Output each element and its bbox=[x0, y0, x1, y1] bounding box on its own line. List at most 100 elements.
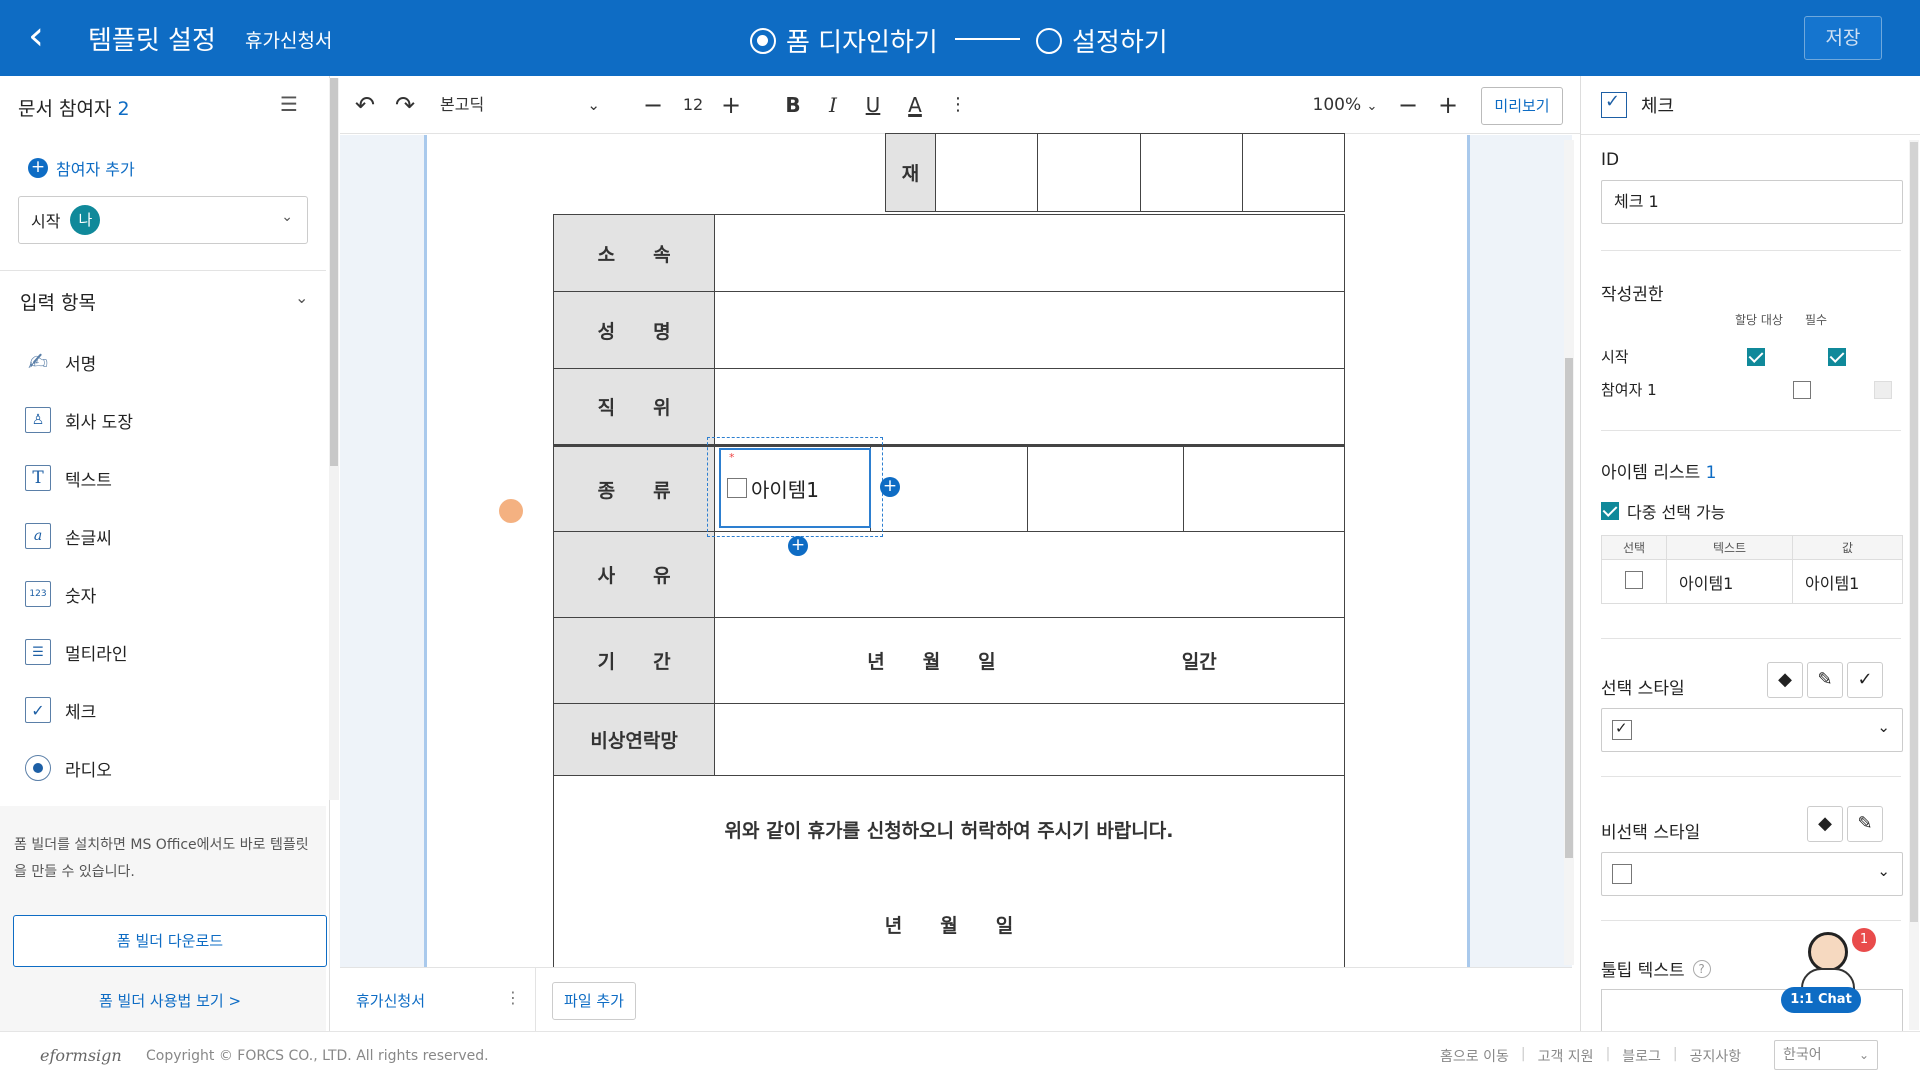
approval-cell[interactable] bbox=[1037, 133, 1141, 212]
assign-checkbox[interactable] bbox=[1793, 381, 1812, 399]
form-page: 재 소 속 성 명 직 위 종 류 사 유 기 간 년 월 일 일간 비상연락망… bbox=[424, 133, 1470, 986]
approval-cell[interactable] bbox=[935, 133, 1039, 212]
font-color-icon[interactable]: A bbox=[900, 76, 930, 134]
underline-icon[interactable]: U bbox=[860, 76, 886, 134]
table-cell-text[interactable]: 아이템1 bbox=[1666, 559, 1793, 604]
font-size-value[interactable]: 12 bbox=[680, 76, 706, 134]
participants-label: 문서 참여자 bbox=[18, 98, 112, 120]
participant-select[interactable]: 시작 나 ⌄ bbox=[18, 196, 308, 244]
add-below-plus-icon[interactable]: + bbox=[788, 536, 808, 556]
scrollbar-thumb[interactable] bbox=[330, 78, 338, 466]
add-file-button[interactable]: 파일 추가 bbox=[552, 982, 636, 1020]
radio-unselected-icon bbox=[1036, 27, 1062, 54]
properties-panel: ✓ 체크 ID 체크 1 작성권한 할당 대상 필수 시작 참여자 1 아이템 … bbox=[1580, 76, 1920, 1031]
footer-link-notice[interactable]: 공지사항 bbox=[1690, 1046, 1742, 1066]
language-value: 한국어 bbox=[1783, 1047, 1822, 1063]
language-select[interactable]: 한국어 ⌄ bbox=[1774, 1040, 1878, 1070]
multi-select-checkbox[interactable] bbox=[1601, 502, 1619, 520]
unselect-style-dropdown[interactable]: ⌄ bbox=[1601, 852, 1903, 896]
multi-select-option[interactable]: 다중 선택 가능 bbox=[1601, 499, 1726, 523]
promo-text: 폼 빌더를 설치하면 MS Office에서도 바로 템플릿을 만들 수 있습니… bbox=[14, 837, 309, 880]
footer-links: 홈으로 이동 | 고객 지원 | 블로그 | 공지사항 bbox=[1440, 1046, 1742, 1066]
fill-bucket-icon[interactable]: ◆ bbox=[1807, 806, 1843, 842]
name-field[interactable] bbox=[714, 291, 1345, 369]
check-element[interactable]: * 아이템1 bbox=[719, 448, 871, 528]
document-tabs-bar: 휴가신청서 ⋮ 파일 추가 bbox=[340, 967, 1572, 1032]
left-scrollbar[interactable] bbox=[329, 78, 339, 800]
zoom-select[interactable]: 100% ⌄ bbox=[1305, 76, 1385, 134]
row-label: 사 유 bbox=[552, 531, 716, 618]
help-question-icon[interactable]: ? bbox=[1692, 959, 1711, 978]
undo-icon[interactable]: ↶ bbox=[350, 76, 380, 134]
input-item-text[interactable]: T 텍스트 bbox=[25, 465, 112, 491]
canvas-scrollbar[interactable] bbox=[1564, 140, 1574, 965]
assign-checkbox[interactable] bbox=[1747, 348, 1765, 366]
usage-guide-link[interactable]: 폼 빌더 사용법 보기 > bbox=[0, 990, 340, 1011]
item-select-checkbox[interactable] bbox=[1625, 570, 1643, 589]
add-participant-button[interactable]: + 참여자 추가 bbox=[28, 156, 135, 180]
approval-cell[interactable] bbox=[1139, 133, 1243, 212]
back-chevron-left-icon[interactable]: ‹ bbox=[28, 16, 68, 58]
type-cell[interactable] bbox=[1182, 445, 1346, 532]
decrease-size-icon[interactable]: − bbox=[640, 76, 666, 134]
list-icon[interactable]: ☰ bbox=[280, 92, 304, 116]
divider bbox=[1601, 776, 1901, 777]
id-input[interactable]: 체크 1 bbox=[1601, 180, 1903, 224]
emergency-contact-field[interactable] bbox=[714, 703, 1345, 776]
fill-bucket-icon[interactable]: ◆ bbox=[1767, 662, 1803, 698]
check-mark-icon[interactable]: ✓ bbox=[1847, 662, 1883, 698]
input-item-signature[interactable]: ✍ 서명 bbox=[25, 348, 96, 376]
chat-button[interactable]: 1:1 Chat bbox=[1781, 987, 1861, 1013]
step-design[interactable]: 폼 디자인하기 bbox=[750, 22, 938, 59]
font-family-select[interactable]: 본고딕 ⌄ bbox=[440, 76, 610, 134]
checkbox-icon[interactable] bbox=[727, 478, 747, 498]
id-label: ID bbox=[1601, 150, 1620, 170]
zoom-in-icon[interactable]: + bbox=[1435, 76, 1461, 134]
step-settings[interactable]: 설정하기 bbox=[1036, 22, 1168, 59]
footer-link-support[interactable]: 고객 지원 bbox=[1538, 1046, 1594, 1066]
panel-scrollbar[interactable] bbox=[1909, 140, 1919, 1030]
department-field[interactable] bbox=[714, 214, 1345, 292]
zoom-value: 100% bbox=[1312, 95, 1362, 115]
form-builder-download-button[interactable]: 폼 빌더 다운로드 bbox=[13, 915, 327, 967]
save-button[interactable]: 저장 bbox=[1804, 16, 1882, 60]
approval-cell[interactable] bbox=[1241, 133, 1346, 212]
input-item-number[interactable]: 123 숫자 bbox=[25, 581, 96, 607]
input-item-label: 손글씨 bbox=[65, 528, 112, 549]
more-vertical-icon[interactable]: ⋮ bbox=[505, 988, 521, 1007]
edit-pen-icon[interactable]: ✎ bbox=[1807, 662, 1843, 698]
preview-button[interactable]: 미리보기 bbox=[1481, 87, 1563, 125]
redo-icon[interactable]: ↷ bbox=[390, 76, 420, 134]
request-text: 위와 같이 휴가를 신청하오니 허락하여 주시기 바랍니다. bbox=[724, 820, 1174, 842]
copyright-text: Copyright © FORCS CO., LTD. All rights r… bbox=[146, 1048, 489, 1064]
zoom-out-icon[interactable]: − bbox=[1395, 76, 1421, 134]
input-item-radio[interactable]: 라디오 bbox=[25, 755, 112, 781]
document-tab[interactable]: 휴가신청서 ⋮ bbox=[340, 968, 536, 1032]
scrollbar-thumb[interactable] bbox=[1910, 142, 1918, 922]
bold-icon[interactable]: B bbox=[780, 76, 806, 134]
input-item-multiline[interactable]: ☰ 멀티라인 bbox=[25, 639, 128, 665]
chevron-down-icon: ⌄ bbox=[587, 96, 600, 114]
select-style-dropdown[interactable]: ✓ ⌄ bbox=[1601, 708, 1903, 752]
add-right-plus-icon[interactable]: + bbox=[880, 477, 900, 497]
tooltip-heading: 툴팁 텍스트 ? bbox=[1601, 956, 1711, 981]
edit-pen-icon[interactable]: ✎ bbox=[1847, 806, 1883, 842]
type-cell[interactable] bbox=[1026, 445, 1184, 532]
scrollbar-thumb[interactable] bbox=[1565, 358, 1573, 858]
input-item-check[interactable]: ✓ 체크 bbox=[25, 697, 96, 723]
more-vertical-icon[interactable]: ⋮ bbox=[948, 76, 968, 134]
footer-link-blog[interactable]: 블로그 bbox=[1622, 1046, 1661, 1066]
divider bbox=[1601, 920, 1901, 921]
required-checkbox[interactable] bbox=[1828, 348, 1847, 366]
table-cell-select[interactable] bbox=[1601, 559, 1667, 604]
reason-field[interactable] bbox=[714, 531, 1345, 618]
input-item-stamp[interactable]: ♙ 회사 도장 bbox=[25, 407, 133, 433]
increase-size-icon[interactable]: + bbox=[718, 76, 744, 134]
period-field[interactable]: 년 월 일 일간 bbox=[714, 617, 1345, 704]
table-cell-value[interactable]: 아이템1 bbox=[1792, 559, 1903, 604]
collapse-chevron-icon[interactable]: ⌄ bbox=[295, 288, 308, 307]
footer-link-home[interactable]: 홈으로 이동 bbox=[1440, 1046, 1509, 1066]
position-field[interactable] bbox=[714, 368, 1345, 446]
italic-icon[interactable]: I bbox=[820, 76, 846, 134]
input-item-handwriting[interactable]: a 손글씨 bbox=[25, 523, 112, 549]
